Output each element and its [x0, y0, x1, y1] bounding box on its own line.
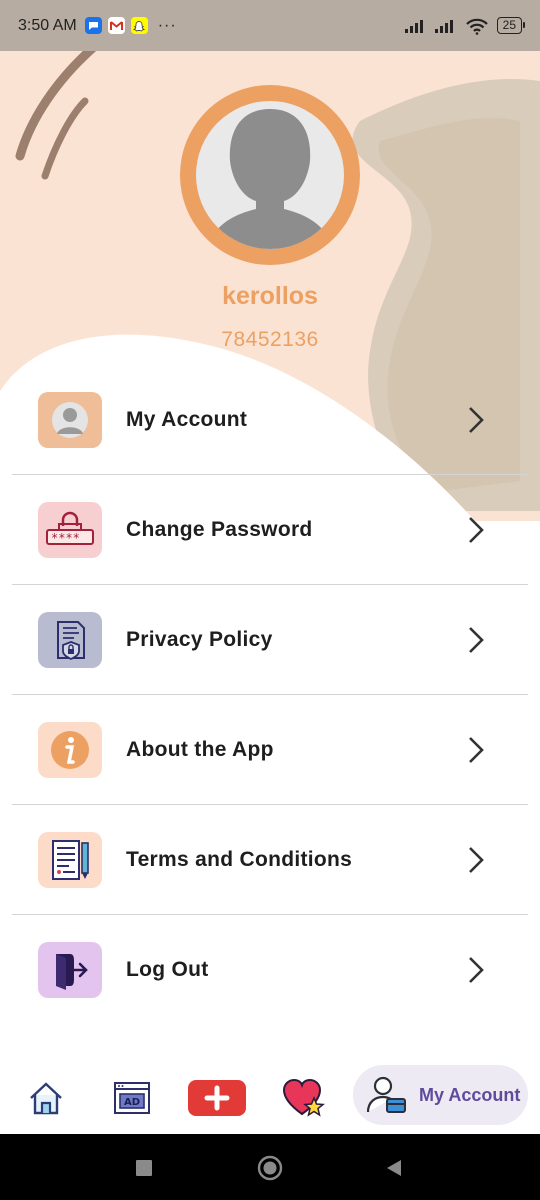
- chevron-right-icon: [469, 736, 484, 763]
- menu-item-label: My Account: [126, 407, 248, 431]
- svg-text:AD: AD: [124, 1097, 140, 1108]
- nav-home[interactable]: [22, 1070, 70, 1126]
- nav-active-label: My Account: [419, 1084, 521, 1105]
- signal-icon: [404, 19, 423, 33]
- menu-item-my-account[interactable]: My Account: [12, 365, 528, 475]
- menu-item-log-out[interactable]: Log Out: [12, 915, 528, 1025]
- menu-item-label: Log Out: [126, 958, 209, 981]
- back-button-icon[interactable]: [385, 1158, 403, 1178]
- account-card-icon: [366, 1076, 406, 1113]
- chevron-right-icon: [469, 846, 484, 873]
- chevron-right-icon: [469, 516, 484, 543]
- menu-item-terms[interactable]: Terms and Conditions: [12, 805, 528, 915]
- terms-document-icon: [38, 831, 102, 888]
- profile-name: kerollos: [222, 282, 318, 310]
- menu-item-label: Terms and Conditions: [126, 847, 353, 871]
- status-left: 3:50 AM ···: [18, 17, 177, 35]
- info-icon: [38, 721, 102, 778]
- status-bar: 3:50 AM ··· 25: [0, 0, 540, 51]
- menu-item-label: Privacy Policy: [126, 627, 273, 651]
- chevron-right-icon: [469, 406, 484, 433]
- bottom-navigation: AD My Account: [0, 1060, 540, 1134]
- more-notifications: ···: [157, 16, 177, 34]
- gmail-icon: [107, 17, 125, 34]
- signal-icon-2: [434, 19, 453, 33]
- svg-text:****_: ****_: [51, 531, 88, 545]
- account-icon: [38, 391, 102, 448]
- status-time: 3:50 AM: [18, 16, 77, 34]
- favorites-icon: [282, 1078, 325, 1117]
- privacy-document-icon: [38, 611, 102, 668]
- status-right: 25: [404, 17, 526, 35]
- nav-add[interactable]: [186, 1070, 248, 1126]
- menu-item-label: About the App: [126, 737, 274, 761]
- avatar[interactable]: [180, 85, 360, 265]
- nav-ads[interactable]: AD: [108, 1070, 156, 1126]
- home-button-icon[interactable]: [257, 1155, 283, 1181]
- password-lock-icon: ****_: [38, 501, 102, 558]
- snapchat-icon: [130, 17, 148, 34]
- chevron-right-icon: [469, 957, 484, 983]
- nav-my-account[interactable]: My Account: [353, 1065, 528, 1125]
- chevron-right-icon: [469, 626, 484, 653]
- wifi-icon: [465, 18, 488, 35]
- menu-item-label: Change Password: [126, 517, 313, 541]
- ads-icon: AD: [114, 1082, 150, 1114]
- add-icon: [188, 1080, 246, 1116]
- person-silhouette-icon: [216, 109, 324, 249]
- battery-icon: 25: [496, 17, 526, 34]
- avatar-image: [196, 101, 344, 249]
- system-navigation-bar: [0, 1134, 540, 1200]
- menu-item-privacy-policy[interactable]: Privacy Policy: [12, 585, 528, 695]
- menu-item-change-password[interactable]: ****_ Change Password: [12, 475, 528, 585]
- nav-favorites[interactable]: [280, 1070, 328, 1126]
- profile-phone: 78452136: [221, 328, 319, 351]
- menu-item-about-app[interactable]: About the App: [12, 695, 528, 805]
- logout-icon: [38, 942, 102, 998]
- messages-icon: [84, 17, 102, 34]
- recent-apps-icon[interactable]: [135, 1159, 153, 1177]
- home-icon: [30, 1082, 62, 1115]
